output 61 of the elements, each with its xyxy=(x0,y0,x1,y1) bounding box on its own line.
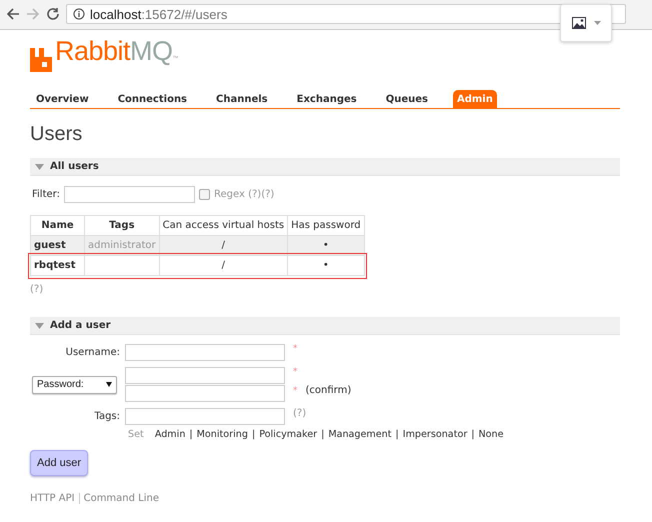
nav-tab[interactable]: Connections xyxy=(114,90,192,108)
tag-link[interactable]: Impersonator xyxy=(402,429,468,440)
column-header[interactable]: Tags xyxy=(84,216,160,236)
tag-link[interactable]: Monitoring xyxy=(196,429,248,440)
required-mark: * xyxy=(293,344,298,354)
nav-tab[interactable]: Channels xyxy=(212,90,272,108)
page-title: Users xyxy=(30,123,84,146)
table-cell: guest xyxy=(30,236,84,256)
nav-tab[interactable]: Queues xyxy=(382,90,432,108)
caret-icon xyxy=(594,21,600,25)
username-label: Username: xyxy=(66,347,120,358)
section-header[interactable]: All users xyxy=(30,158,620,176)
tag-link[interactable]: Management xyxy=(328,429,392,440)
footer-link[interactable]: Command Line xyxy=(78,493,164,504)
required-mark: * xyxy=(293,367,298,377)
password-type-dropdown[interactable]: Password: xyxy=(32,376,117,394)
column-header[interactable]: Can access virtual hosts xyxy=(159,216,288,236)
separator: | xyxy=(396,429,399,440)
separator: | xyxy=(471,429,474,440)
collapse-icon[interactable] xyxy=(35,164,44,170)
footer-link[interactable]: HTTP API xyxy=(30,493,79,504)
info-icon xyxy=(73,8,85,20)
image-menu-button[interactable] xyxy=(560,4,612,42)
regex-label: Regex xyxy=(214,189,245,200)
section-header[interactable]: Add a user xyxy=(30,317,620,335)
add-user-button[interactable]: Add user xyxy=(30,450,88,476)
password-field[interactable] xyxy=(125,367,285,384)
filter-field[interactable] xyxy=(64,186,195,203)
filter-label: Filter: xyxy=(32,189,60,200)
username-field[interactable] xyxy=(125,344,285,361)
url-text: localhost:15672/#/users xyxy=(90,6,228,22)
image-icon xyxy=(572,17,586,29)
table-cell: / xyxy=(159,256,288,276)
separator: | xyxy=(321,429,324,440)
tags-label: Tags: xyxy=(94,411,120,422)
tags-field[interactable] xyxy=(125,408,285,425)
table-cell: rbqtest xyxy=(30,256,84,276)
required-mark: * xyxy=(293,386,298,396)
table-cell: • xyxy=(288,256,364,276)
table-row[interactable]: guest administrator / • xyxy=(30,236,364,256)
confirm-password-field[interactable] xyxy=(125,385,285,402)
set-label: Set xyxy=(128,429,144,440)
address-bar[interactable]: localhost:15672/#/users xyxy=(66,4,626,24)
confirm-label: (confirm) xyxy=(306,385,352,396)
tag-link[interactable]: None xyxy=(478,429,504,440)
nav-tab[interactable]: Exchanges xyxy=(292,90,361,108)
collapse-icon[interactable] xyxy=(35,322,44,328)
regex-checkbox[interactable] xyxy=(198,189,210,200)
highlighted-row[interactable]: rbqtest / • xyxy=(30,256,364,276)
tag-link[interactable]: Admin xyxy=(154,429,186,440)
column-header[interactable]: Name xyxy=(30,216,84,236)
separator: | xyxy=(189,429,193,440)
reload-icon[interactable] xyxy=(46,7,60,21)
tag-link[interactable]: Policymaker xyxy=(259,429,318,440)
separator: | xyxy=(252,429,256,440)
caret-icon xyxy=(106,382,112,387)
column-header[interactable]: Has password xyxy=(288,216,364,236)
forward-icon[interactable] xyxy=(26,7,40,21)
back-icon[interactable] xyxy=(6,7,20,21)
nav-tab[interactable]: Overview xyxy=(32,90,93,108)
rabbit-logo-icon xyxy=(30,48,52,72)
